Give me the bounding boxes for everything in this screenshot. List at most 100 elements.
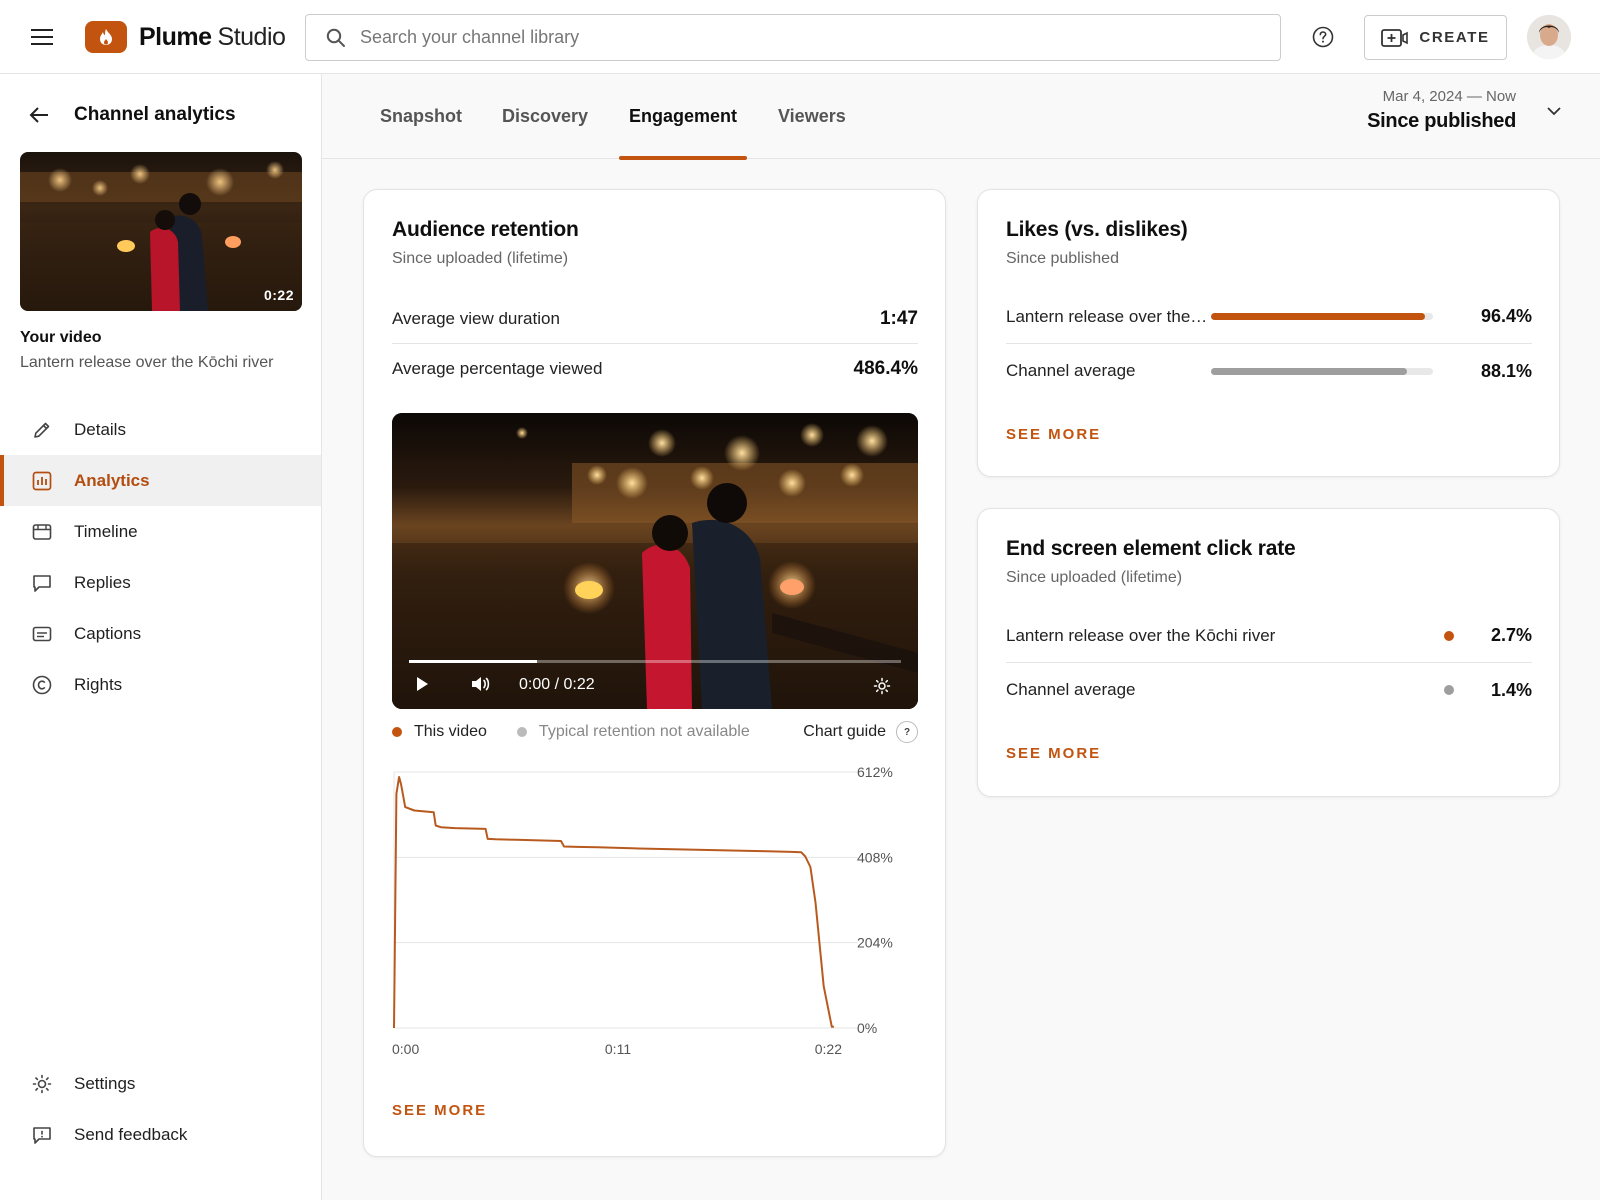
sidebar-item-settings[interactable]: Settings <box>0 1058 321 1109</box>
chart-legend: This video Typical retention not availab… <box>392 720 918 744</box>
sidebar-nav: Details Analytics Timeline Replies Capti… <box>0 404 321 710</box>
see-more-end-screen-button[interactable]: SEE MORE <box>1006 745 1101 762</box>
sidebar-item-analytics[interactable]: Analytics <box>0 455 321 506</box>
row-label: Lantern release over the Kōchi river <box>1006 625 1276 645</box>
sidebar-item-captions[interactable]: Captions <box>0 608 321 659</box>
card-title: Audience retention <box>392 218 579 241</box>
chart-guide-button[interactable]: Chart guide? <box>803 721 918 743</box>
legend-typical: Typical retention not available <box>516 723 750 741</box>
y-tick-label: 0% <box>857 1020 877 1036</box>
help-icon <box>1312 26 1334 48</box>
row-value: 96.4% <box>1480 306 1532 326</box>
end-screen-row-channel-average: Channel average 1.4% <box>1006 663 1532 717</box>
arrow-back-icon <box>29 107 48 123</box>
tab-engagement[interactable]: Engagement <box>619 74 748 160</box>
sidebar-item-label: Details <box>74 419 126 439</box>
row-label: Channel average <box>1006 680 1136 699</box>
profile-photo <box>1527 15 1571 59</box>
player-progress-bar[interactable] <box>409 660 901 663</box>
likes-bar-fill <box>1211 367 1407 375</box>
sidebar-bottom-nav: Settings Send feedback <box>0 1058 321 1160</box>
search-icon <box>326 28 345 47</box>
row-value: 1.4% <box>1490 679 1532 700</box>
date-range-label: Since published <box>1367 110 1516 132</box>
help-button[interactable] <box>1308 22 1338 52</box>
comment-icon <box>33 574 51 592</box>
tab-snapshot[interactable]: Snapshot <box>370 74 472 159</box>
end-screen-click-rate-card: End screen element click rate Since uplo… <box>977 508 1560 797</box>
tab-discovery[interactable]: Discovery <box>492 74 598 159</box>
card-title: Likes (vs. dislikes) <box>1006 218 1188 241</box>
pencil-icon <box>34 422 50 438</box>
play-button[interactable] <box>414 675 430 693</box>
sidebar-item-feedback[interactable]: Send feedback <box>0 1109 321 1160</box>
row-value: 88.1% <box>1480 360 1532 381</box>
brand-regular: Studio <box>217 22 286 51</box>
sidebar-item-rights[interactable]: Rights <box>0 659 321 710</box>
tab-viewers[interactable]: Viewers <box>768 74 856 159</box>
metric-avg-percentage-viewed: Average percentage viewed 486.4% <box>392 344 918 394</box>
sidebar-item-label: Send feedback <box>74 1124 188 1144</box>
video-frame <box>392 413 918 709</box>
video-title[interactable]: Lantern release over the Kōchi river <box>20 354 273 372</box>
x-tick-label: 0:11 <box>605 1041 631 1057</box>
likes-bar-track <box>1211 313 1433 320</box>
likes-card: Likes (vs. dislikes) Since published Lan… <box>977 189 1560 477</box>
retention-line-this-video <box>393 776 834 1029</box>
row-value: 2.7% <box>1490 625 1532 645</box>
video-player[interactable]: 0:00 / 0:22 <box>392 413 918 709</box>
volume-icon <box>472 677 490 691</box>
video-thumbnail[interactable]: 0:22 <box>20 152 302 311</box>
retention-chart: 612% 408% 204% 0% 0:00 0:11 0:22 <box>392 764 893 1057</box>
player-time: 0:00 / 0:22 <box>519 676 595 693</box>
help-icon: ? <box>896 721 918 743</box>
sidebar-item-details[interactable]: Details <box>0 404 321 455</box>
date-range-picker[interactable]: Mar 4, 2024 — Now Since published <box>1367 88 1562 133</box>
volume-button[interactable] <box>470 675 492 693</box>
card-subtitle: Since uploaded (lifetime) <box>392 250 569 267</box>
flame-icon <box>100 29 112 45</box>
sidebar-header: Channel analytics <box>24 100 236 130</box>
status-dot <box>1444 685 1454 695</box>
sidebar-item-replies[interactable]: Replies <box>0 557 321 608</box>
audience-retention-card: Audience retention Since uploaded (lifet… <box>363 189 946 1157</box>
sidebar-item-timeline[interactable]: Timeline <box>0 506 321 557</box>
brand-bold: Plume <box>139 22 212 51</box>
captions-icon <box>32 626 52 641</box>
see-more-retention-button[interactable]: SEE MORE <box>392 1102 487 1119</box>
sidebar-title: Channel analytics <box>74 104 236 125</box>
sidebar-item-label: Captions <box>74 623 142 643</box>
search-input[interactable] <box>360 27 1240 48</box>
brand-name: Plume Studio <box>139 22 286 52</box>
legend-label: Typical retention not available <box>538 723 750 740</box>
player-settings-button[interactable] <box>873 677 891 695</box>
row-label: Channel average <box>1006 361 1136 380</box>
date-range-dates: Mar 4, 2024 — Now <box>1382 88 1516 105</box>
sidebar-item-label: Settings <box>74 1073 136 1093</box>
end-screen-row-video: Lantern release over the Kōchi river 2.7… <box>1006 609 1532 663</box>
see-more-likes-button[interactable]: SEE MORE <box>1006 426 1101 443</box>
legend-label: This video <box>414 723 487 740</box>
search-bar <box>305 14 1281 61</box>
menu-button[interactable] <box>26 21 58 53</box>
metric-label: Average view duration <box>392 308 560 328</box>
sidebar-item-label: Timeline <box>74 521 138 541</box>
player-progress-fill <box>409 660 537 663</box>
copyright-icon <box>32 675 52 694</box>
sidebar-item-label: Rights <box>74 674 123 694</box>
legend-dot-typical <box>516 727 527 737</box>
metric-value: 1:47 <box>879 307 918 329</box>
studio-logo[interactable]: Plume Studio <box>85 16 286 58</box>
status-dot <box>1444 630 1454 641</box>
card-subtitle: Since uploaded (lifetime) <box>1006 569 1183 586</box>
card-title: End screen element click rate <box>1006 537 1296 560</box>
likes-bar-track <box>1211 367 1433 375</box>
video-add-icon <box>1381 28 1409 47</box>
legend-dot-this-video <box>392 727 402 737</box>
create-label: CREATE <box>1419 29 1490 46</box>
gear-icon <box>32 1074 52 1093</box>
analytics-tabs: Snapshot Discovery Engagement Viewers Ma… <box>322 74 1600 160</box>
create-button[interactable]: CREATE <box>1364 15 1507 60</box>
avatar[interactable] <box>1527 15 1571 59</box>
back-button[interactable] <box>24 100 54 130</box>
